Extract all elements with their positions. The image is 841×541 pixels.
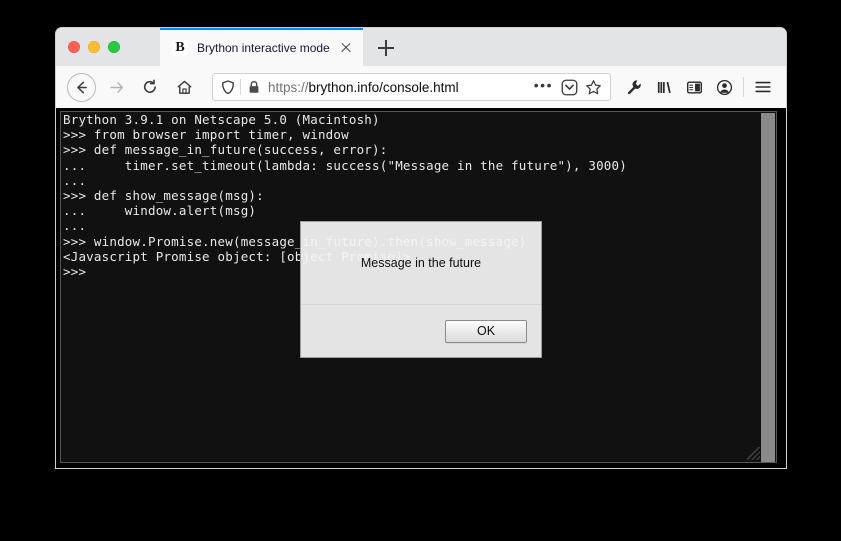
- bookmark-star-icon[interactable]: [585, 79, 602, 96]
- tracking-protection-shield-icon[interactable]: [221, 79, 235, 95]
- forward-arrow-icon[interactable]: [102, 73, 130, 101]
- javascript-alert-dialog: Message in the future OK: [300, 221, 542, 358]
- url-bar-divider: [240, 79, 241, 95]
- account-avatar-icon[interactable]: [709, 73, 739, 101]
- page-viewport: Brython 3.9.1 on Netscape 5.0 (Macintosh…: [56, 108, 786, 468]
- library-bookshelf-icon[interactable]: [649, 73, 679, 101]
- alert-dialog-body: Message in the future: [301, 222, 541, 305]
- pocket-save-icon[interactable]: [561, 79, 578, 96]
- window-minimize-button[interactable]: [88, 41, 100, 53]
- tab-title: Brython interactive mode: [197, 41, 330, 55]
- sidebar-panel-icon[interactable]: [679, 73, 709, 101]
- tab-brython-interactive-mode[interactable]: B Brython interactive mode: [160, 28, 363, 66]
- window-close-button[interactable]: [68, 41, 80, 53]
- brython-favicon-icon: B: [172, 40, 188, 56]
- browser-window: B Brython interactive mode https://bryth…: [56, 28, 786, 468]
- tab-strip: B Brython interactive mode: [56, 28, 786, 67]
- back-arrow-icon[interactable]: [67, 72, 96, 102]
- url-scheme: https://: [268, 79, 309, 95]
- home-icon[interactable]: [170, 73, 198, 101]
- alert-ok-button[interactable]: OK: [445, 319, 527, 343]
- window-controls: [68, 41, 120, 53]
- reload-icon[interactable]: [136, 73, 164, 101]
- console-resize-grip[interactable]: [747, 447, 760, 460]
- hamburger-menu-icon[interactable]: [748, 73, 778, 101]
- url-host-path: brython.info/console.html: [308, 79, 459, 95]
- alert-dialog-footer: OK: [301, 305, 541, 357]
- navigation-toolbar: https://brython.info/console.html •••: [56, 66, 786, 109]
- lock-icon[interactable]: [248, 80, 260, 94]
- tab-close-icon[interactable]: [337, 39, 355, 57]
- toolbar-divider: [743, 77, 744, 97]
- new-tab-plus-icon[interactable]: [376, 38, 396, 58]
- url-bar[interactable]: https://brython.info/console.html •••: [212, 73, 611, 101]
- alert-message-text: Message in the future: [360, 256, 482, 270]
- console-scrollbar[interactable]: [761, 113, 775, 462]
- window-maximize-button[interactable]: [108, 41, 120, 53]
- url-text: https://brython.info/console.html: [268, 80, 530, 95]
- developer-tools-wrench-icon[interactable]: [619, 73, 649, 101]
- page-actions-ellipsis-icon[interactable]: •••: [530, 78, 561, 94]
